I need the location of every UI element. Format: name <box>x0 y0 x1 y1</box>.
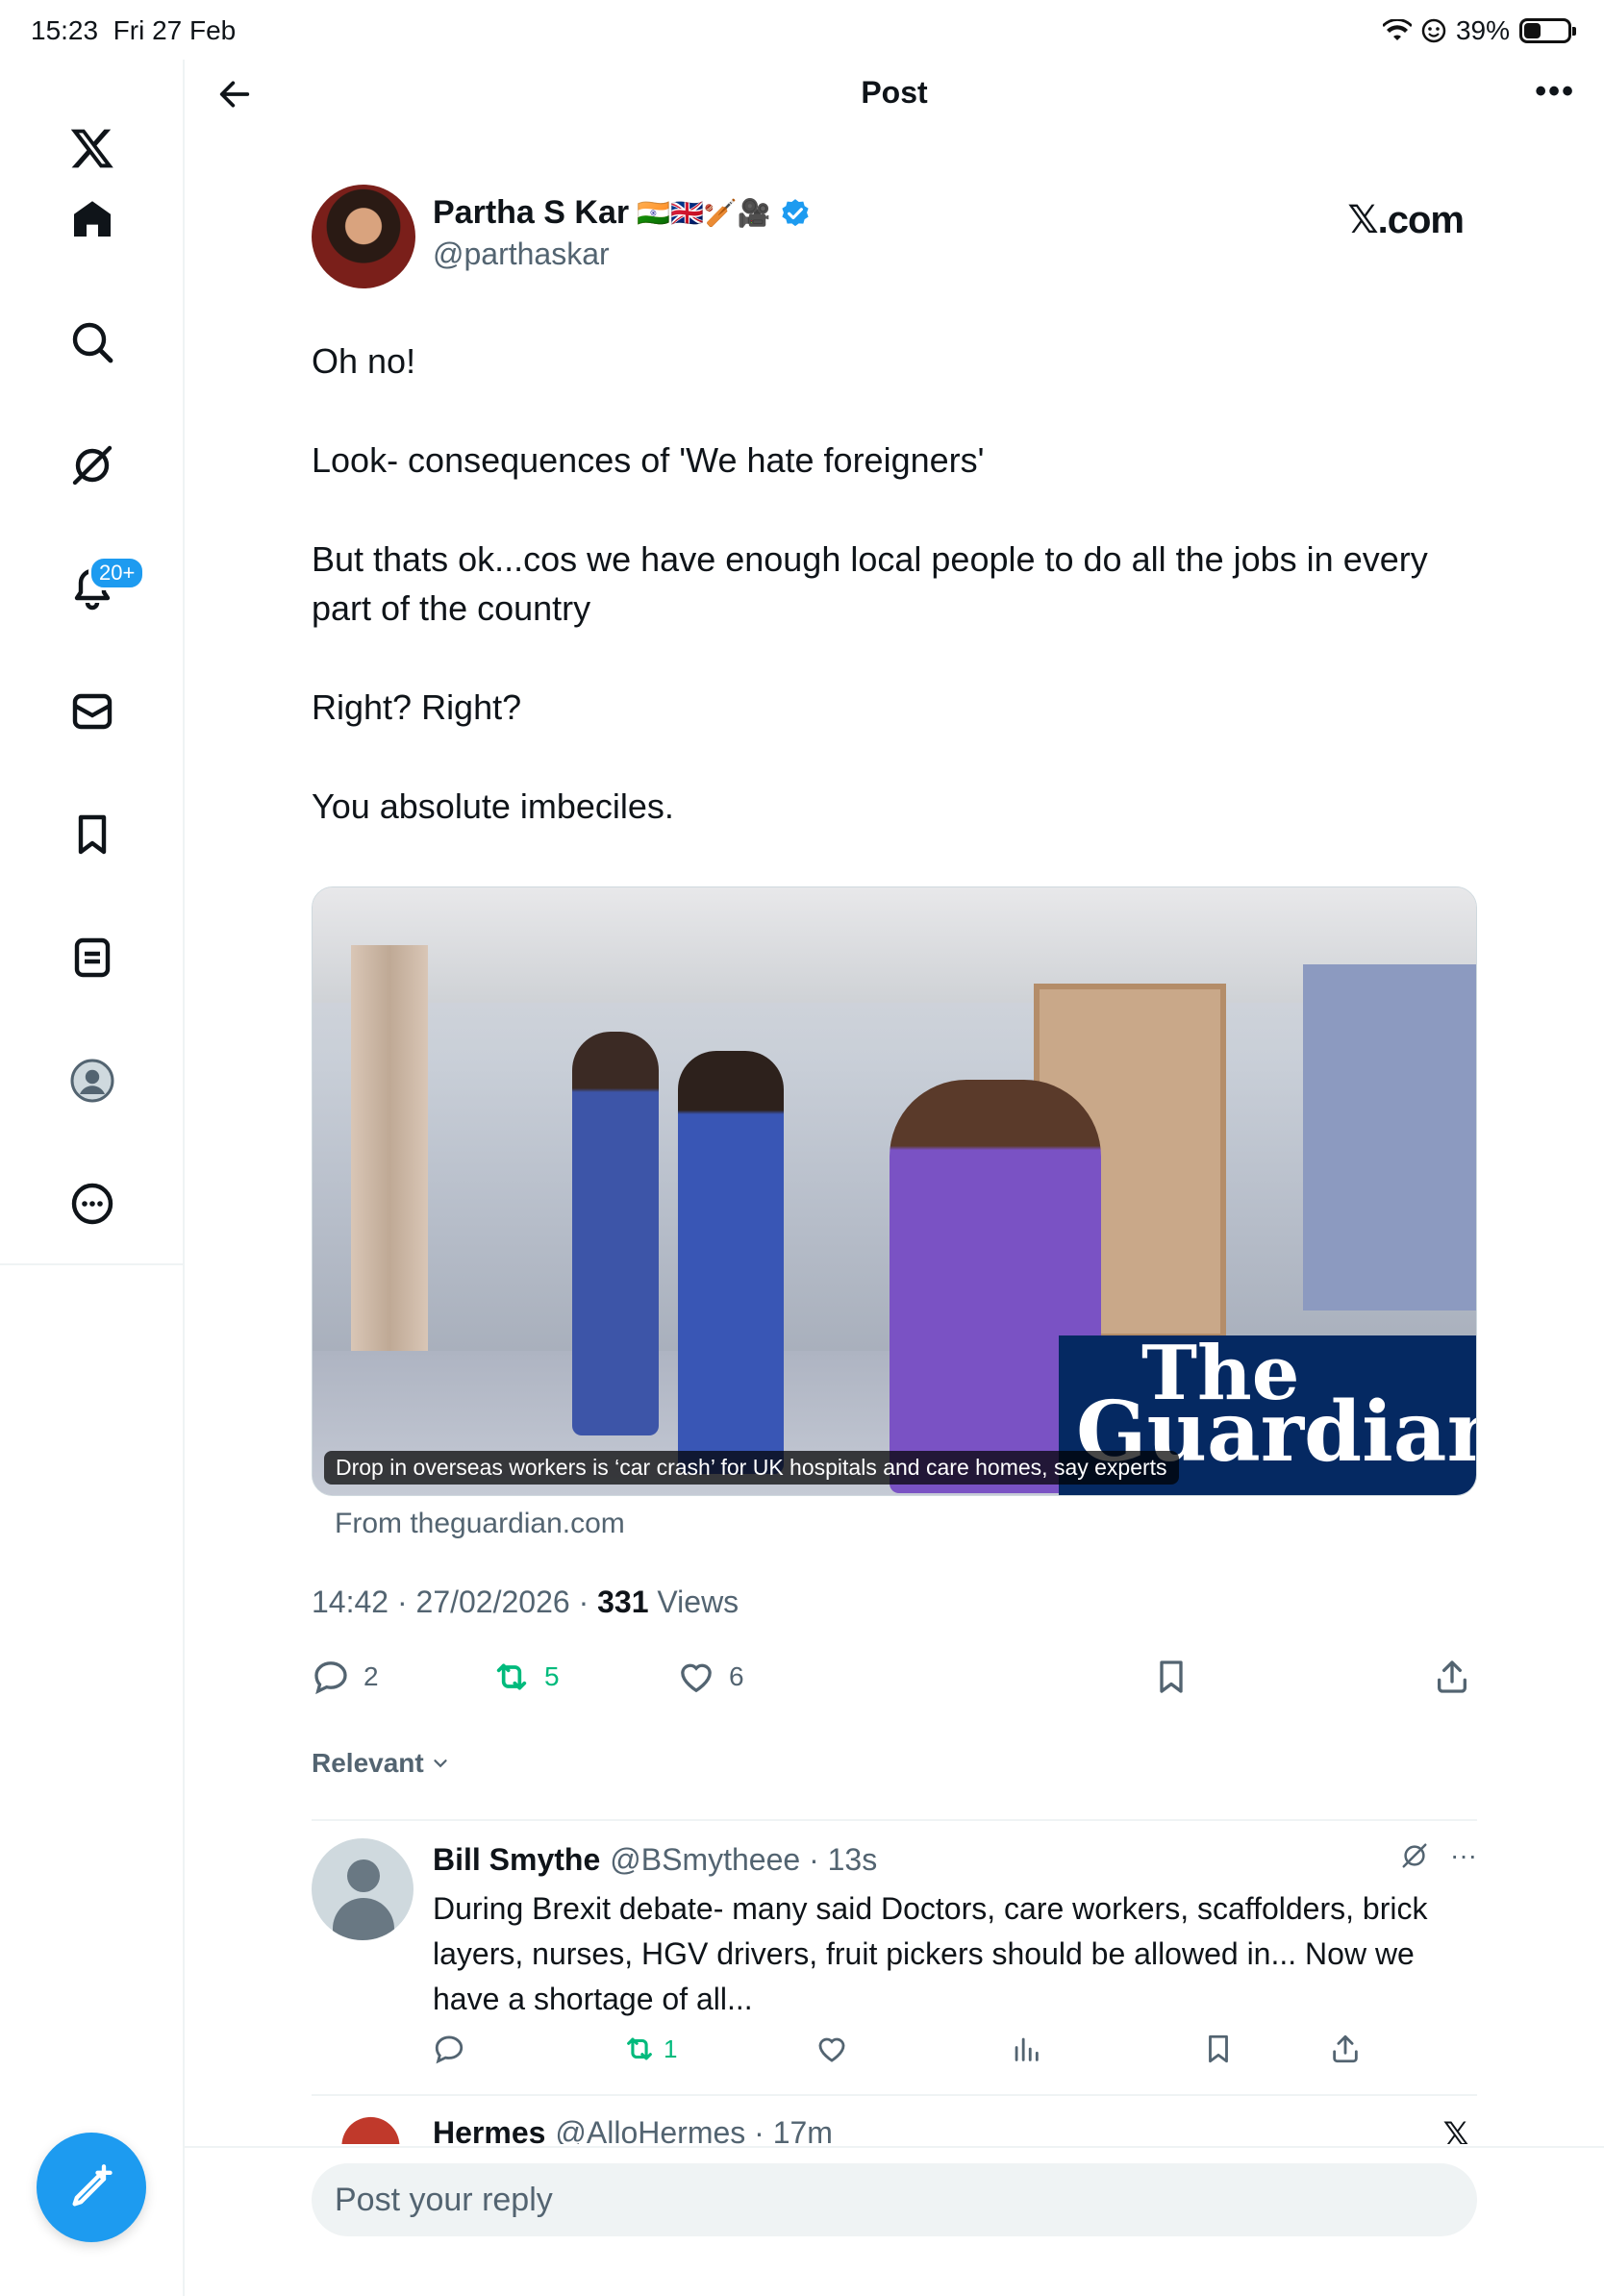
reply-like-button[interactable] <box>815 2033 848 2065</box>
heart-icon <box>818 2037 845 2062</box>
author-name-row[interactable]: Partha S Kar 🇮🇳🇬🇧🏏🎥 <box>433 194 812 232</box>
verified-badge-icon <box>781 198 809 226</box>
reply-count: 2 <box>363 1661 379 1691</box>
profile-avatar-icon[interactable] <box>54 1042 131 1119</box>
reply-author-name[interactable]: Bill Smythe <box>433 1842 600 1878</box>
wifi-icon <box>1382 19 1412 40</box>
search-icon[interactable] <box>54 304 131 381</box>
like-count: 6 <box>729 1661 744 1691</box>
xcom-brand-label: 𝕏.com <box>1347 199 1465 241</box>
bookmark-icon <box>1209 2034 1228 2063</box>
author-handle[interactable]: @parthaskar <box>433 237 610 272</box>
reply-button[interactable]: 2 <box>312 1658 379 1696</box>
repost-button[interactable]: 5 <box>492 1658 560 1696</box>
post-paragraph: You absolute imbeciles. <box>312 786 674 826</box>
reply-text: During Brexit debate- many said Doctors,… <box>433 1891 1428 2016</box>
reply-tools: ··· <box>1400 1840 1477 1871</box>
status-bar: 15:23 Fri 27 Feb 39% <box>0 0 1604 60</box>
reply-icon <box>435 2035 464 2064</box>
chevron-down-icon <box>434 1759 447 1768</box>
post-header: Post ••• <box>185 60 1604 129</box>
post-text: Oh no! Look- consequences of 'We hate fo… <box>312 337 1466 881</box>
notifications-icon[interactable]: 20+ <box>54 550 146 627</box>
author-avatar[interactable] <box>312 185 415 288</box>
reply-repost-count: 1 <box>664 2034 678 2063</box>
bookmarks-icon[interactable] <box>54 796 131 873</box>
reply-sort-dropdown[interactable]: Relevant <box>312 1748 451 1779</box>
link-source[interactable]: From theguardian.com <box>335 1508 625 1540</box>
messages-icon[interactable] <box>54 673 131 750</box>
post-paragraph: Oh no! <box>312 341 416 381</box>
bookmark-icon <box>1160 1660 1183 1693</box>
reply-reply-button[interactable] <box>433 2033 465 2065</box>
reply-composer-bar <box>185 2146 1604 2296</box>
reply-author-name[interactable]: Hermes <box>433 2115 545 2144</box>
reply-more-button[interactable]: ··· <box>1450 1840 1477 1871</box>
share-icon <box>1438 1660 1466 1693</box>
like-button[interactable]: 6 <box>677 1658 744 1696</box>
repost-count: 5 <box>544 1661 560 1691</box>
sidebar-divider <box>0 1263 185 1265</box>
reply-views-button[interactable] <box>1010 2033 1042 2065</box>
x-logo-icon[interactable] <box>54 110 131 187</box>
author-name[interactable]: Partha S Kar <box>433 194 629 232</box>
reply-repost-button[interactable]: 1 <box>623 2033 677 2065</box>
battery-percent: 39% <box>1455 15 1510 45</box>
repost-icon <box>627 2037 652 2060</box>
status-indicators: 39% <box>1382 15 1576 46</box>
views-label: Views <box>648 1585 739 1619</box>
repost-icon <box>496 1663 527 1690</box>
more-options-icon[interactable] <box>54 1165 131 1242</box>
reply-author-handle[interactable]: @AlloHermes · 17m <box>555 2115 833 2144</box>
notifications-badge: 20+ <box>88 556 146 590</box>
link-preview-caption: Drop in overseas workers is ‘car crash’ … <box>324 1451 1179 1485</box>
share-icon <box>1333 2034 1358 2063</box>
views-count: 331 <box>597 1585 649 1619</box>
analytics-icon <box>1015 2037 1039 2061</box>
share-button[interactable] <box>1433 1658 1471 1696</box>
x-logo-icon: 𝕏 <box>1442 2116 1469 2144</box>
divider <box>312 2094 1477 2096</box>
post-actions: 2 5 6 <box>312 1658 1477 1706</box>
grok-icon[interactable] <box>1400 1841 1429 1870</box>
page-title: Post <box>861 75 928 110</box>
post-paragraph: Look- consequences of 'We hate foreigner… <box>312 440 985 480</box>
reply-header: Bill Smythe @BSmytheee · 13s <box>433 1842 877 1878</box>
reply-avatar[interactable] <box>312 1838 414 1940</box>
battery-icon <box>1519 18 1576 43</box>
divider <box>312 1819 1477 1821</box>
reply-bookmark-button[interactable] <box>1202 2033 1235 2065</box>
compose-feather-icon <box>72 2164 113 2207</box>
home-icon[interactable] <box>54 181 131 258</box>
reply-actions: 1 <box>433 2033 1471 2071</box>
sidebar: 20+ <box>0 60 185 2296</box>
compose-post-button[interactable] <box>37 2133 146 2242</box>
reply-share-button[interactable] <box>1329 2033 1362 2065</box>
reply-avatar[interactable] <box>338 2113 401 2144</box>
battery-level <box>1524 23 1541 38</box>
grok-icon[interactable] <box>54 427 131 504</box>
reply-header: Hermes @AlloHermes · 17m <box>433 2115 833 2144</box>
reply-sort-label: Relevant <box>312 1748 424 1778</box>
focus-icon <box>1421 18 1446 43</box>
post-metadata: 14:42 · 27/02/2026 · 331 Views <box>312 1585 739 1620</box>
heart-icon <box>681 1663 712 1693</box>
author-emoji-flags: 🇮🇳🇬🇧🏏🎥 <box>637 198 771 228</box>
reply-item[interactable]: Hermes @AlloHermes · 17m 𝕏 <box>312 2106 1477 2144</box>
post-paragraph: Right? Right? <box>312 687 522 727</box>
header-more-button[interactable]: ••• <box>1535 73 1575 111</box>
reply-author-handle[interactable]: @BSmytheee · 13s <box>610 1842 877 1878</box>
status-time: 15:23 Fri 27 Feb <box>31 15 237 45</box>
reply-input[interactable] <box>312 2163 1477 2236</box>
bookmark-button[interactable] <box>1152 1658 1190 1696</box>
reply-icon <box>314 1661 347 1695</box>
post-paragraph: But thats ok...cos we have enough local … <box>312 539 1428 628</box>
lists-icon[interactable] <box>54 919 131 996</box>
post-timestamp[interactable]: 14:42 · 27/02/2026 · <box>312 1585 597 1619</box>
link-preview-card[interactable]: The Guardian Drop in overseas workers is… <box>312 886 1477 1496</box>
